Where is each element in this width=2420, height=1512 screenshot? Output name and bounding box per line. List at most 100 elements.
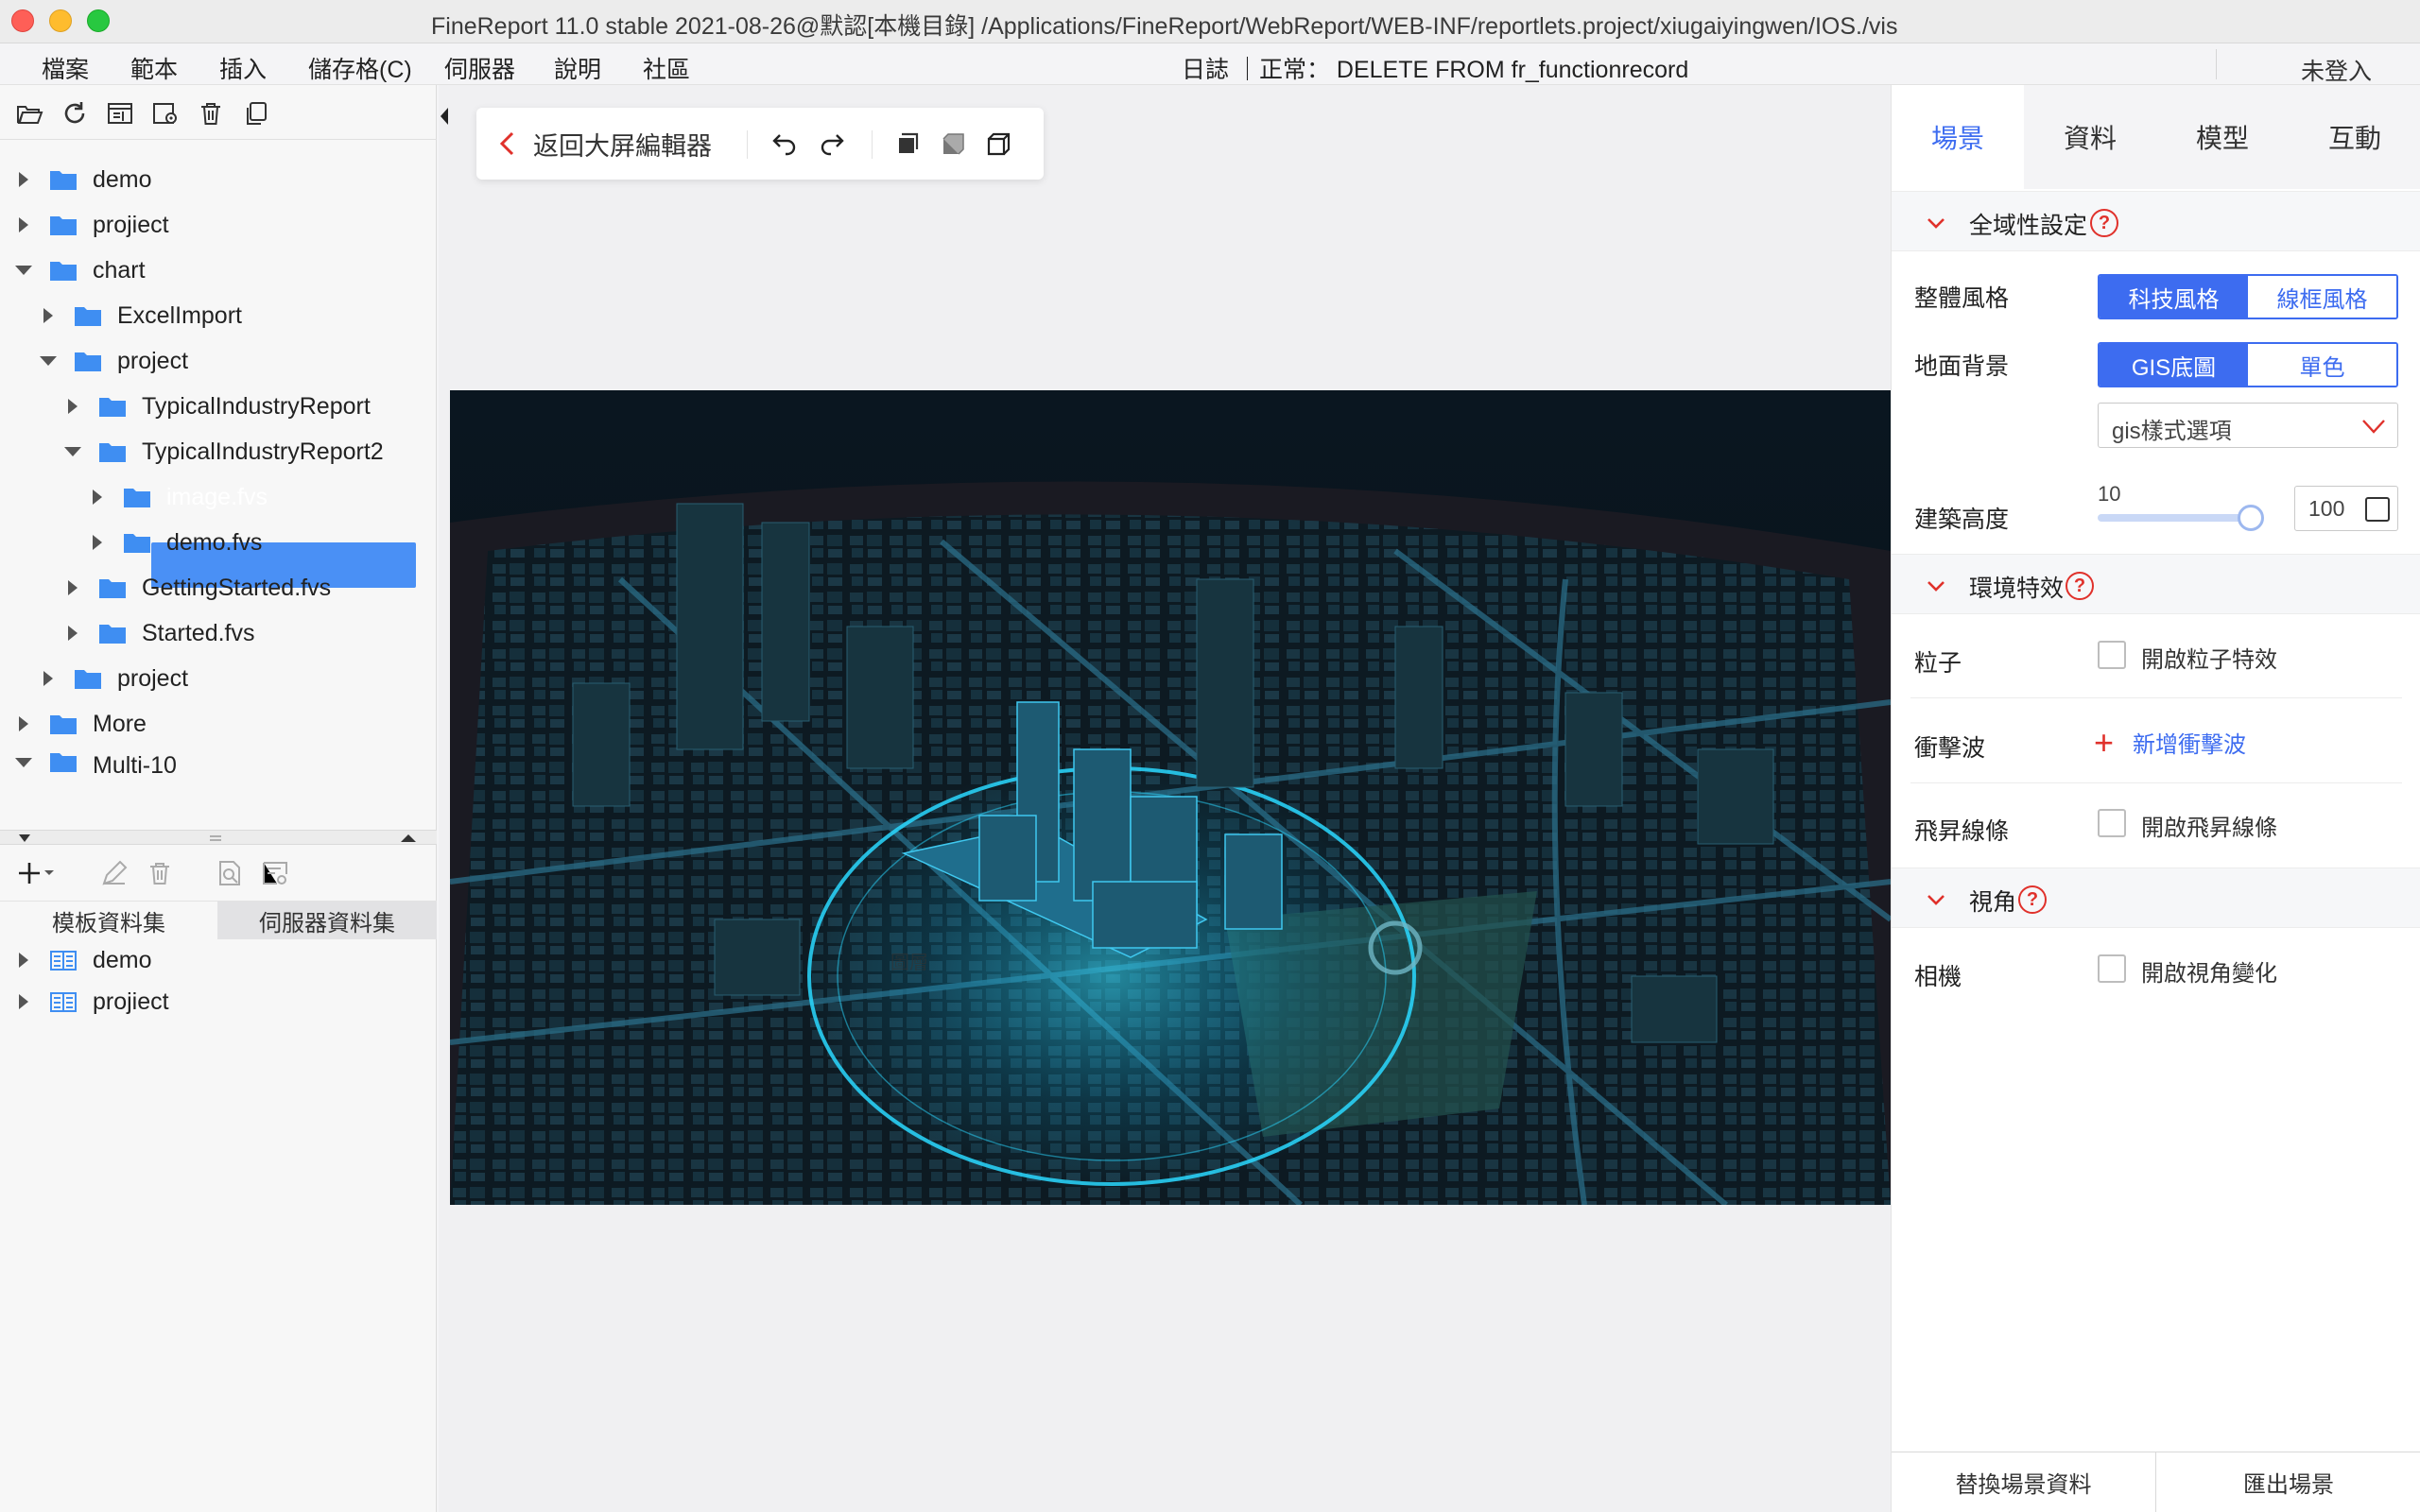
gis-style-select[interactable]: gis樣式選項 bbox=[2098, 403, 2398, 448]
tab-server-datasets[interactable]: 伺服器資料集 bbox=[217, 902, 437, 939]
help-icon[interactable]: ? bbox=[2090, 209, 2118, 237]
tree-item-project[interactable]: project bbox=[36, 342, 192, 380]
add-shockwave-button[interactable]: + 新增衝擊波 bbox=[2094, 725, 2246, 759]
wireframe-cube-icon[interactable] bbox=[981, 127, 1015, 161]
tab-data[interactable]: 資料 bbox=[2024, 85, 2156, 189]
menu-file[interactable]: 檔案 bbox=[42, 51, 89, 85]
dataset-settings-icon[interactable] bbox=[259, 858, 291, 888]
chevron-down-icon[interactable] bbox=[11, 258, 36, 283]
dataset-item-projiect[interactable]: projiect bbox=[11, 983, 173, 1021]
chevron-right-icon[interactable] bbox=[60, 576, 85, 600]
tree-item-label: Started.fvs bbox=[142, 619, 255, 646]
ground-gis-option[interactable]: GIS底圖 bbox=[2100, 344, 2248, 386]
copy-icon[interactable] bbox=[240, 98, 272, 129]
undo-icon[interactable] bbox=[768, 127, 802, 161]
height-slider-handle[interactable] bbox=[2238, 505, 2264, 531]
add-dataset-icon[interactable] bbox=[13, 858, 60, 888]
tab-interaction[interactable]: 互動 bbox=[2289, 85, 2420, 189]
height-slider-track[interactable] bbox=[2098, 514, 2249, 522]
open-folder-icon[interactable] bbox=[13, 98, 45, 129]
style-tech-option[interactable]: 科技風格 bbox=[2100, 276, 2248, 318]
chevron-right-icon[interactable] bbox=[36, 303, 60, 328]
back-to-editor-button[interactable]: 返回大屏編輯器 bbox=[495, 125, 712, 163]
particle-checkbox[interactable] bbox=[2098, 641, 2126, 669]
camera-checkbox[interactable] bbox=[2098, 954, 2126, 983]
chevron-right-icon[interactable] bbox=[85, 485, 110, 509]
chevron-right-icon[interactable] bbox=[11, 213, 36, 237]
chevron-right-icon[interactable] bbox=[85, 530, 110, 555]
edit-icon[interactable] bbox=[98, 858, 130, 888]
tree-item-project-2[interactable]: project bbox=[36, 660, 192, 697]
tab-template-datasets[interactable]: 模板資料集 bbox=[0, 902, 217, 939]
menu-insert[interactable]: 插入 bbox=[219, 51, 267, 85]
layer-solid-icon[interactable] bbox=[890, 127, 925, 161]
minimize-window-button[interactable] bbox=[49, 9, 72, 32]
tree-item-image-fvs[interactable]: image.fvs bbox=[85, 478, 271, 516]
template-list-icon[interactable] bbox=[104, 98, 136, 129]
height-input[interactable]: 100 bbox=[2294, 486, 2398, 531]
tree-item-typicalindustryreport[interactable]: TypicalIndustryReport bbox=[60, 387, 374, 425]
tree-item-multi[interactable]: Multi-10 bbox=[11, 750, 181, 775]
section-environment-effects[interactable]: 環境特效 ? bbox=[1892, 554, 2420, 614]
tree-item-demo-fvs[interactable]: demo.fvs bbox=[85, 524, 266, 561]
delete-icon[interactable] bbox=[195, 98, 227, 129]
chevron-right-icon[interactable] bbox=[11, 167, 36, 192]
particle-checkbox-label[interactable]: 開啟粒子特效 bbox=[2141, 641, 2277, 674]
chevron-right-icon[interactable] bbox=[11, 948, 36, 972]
close-window-button[interactable] bbox=[11, 9, 34, 32]
chevron-down-icon[interactable] bbox=[36, 349, 60, 373]
dataset-item-demo[interactable]: demo bbox=[11, 941, 156, 979]
dataset-tabs: 模板資料集 伺服器資料集 bbox=[0, 902, 437, 939]
panel-splitter[interactable] bbox=[0, 830, 437, 845]
replace-scene-data-button[interactable]: 替換場景資料 bbox=[1892, 1452, 2156, 1512]
menu-cell[interactable]: 儲存格(C) bbox=[308, 51, 412, 85]
layer-shaded-icon[interactable] bbox=[936, 127, 970, 161]
chevron-right-icon[interactable] bbox=[11, 989, 36, 1014]
ground-solid-option[interactable]: 單色 bbox=[2248, 344, 2396, 386]
section-global-settings[interactable]: 全域性設定 ? bbox=[1892, 191, 2420, 251]
camera-checkbox-label[interactable]: 開啟視角變化 bbox=[2141, 954, 2277, 988]
collapse-left-icon[interactable] bbox=[439, 106, 450, 127]
tree-item-started-fvs[interactable]: Started.fvs bbox=[60, 614, 259, 652]
menu-help[interactable]: 說明 bbox=[554, 51, 601, 85]
chevron-down-icon[interactable] bbox=[11, 750, 36, 775]
tree-item-demo[interactable]: demo bbox=[11, 161, 156, 198]
row-divider bbox=[1910, 782, 2402, 783]
city-scene-viewport[interactable] bbox=[450, 390, 1891, 1205]
tree-item-chart[interactable]: chart bbox=[11, 251, 149, 289]
login-status[interactable]: 未登入 bbox=[2301, 53, 2372, 87]
help-icon[interactable]: ? bbox=[2018, 885, 2047, 914]
delete-dataset-icon[interactable] bbox=[144, 858, 176, 888]
section-view[interactable]: 視角 ? bbox=[1892, 868, 2420, 928]
chevron-right-icon[interactable] bbox=[60, 394, 85, 419]
chevron-right-icon[interactable] bbox=[60, 621, 85, 645]
tree-item-excelimport[interactable]: ExcelImport bbox=[36, 297, 246, 335]
tree-item-gettingstarted-fvs[interactable]: GettingStarted.fvs bbox=[60, 569, 335, 607]
tree-item-label: project bbox=[117, 347, 189, 374]
tab-scene[interactable]: 場景 bbox=[1892, 85, 2024, 189]
chevron-right-icon[interactable] bbox=[36, 666, 60, 691]
widget-picker-icon[interactable] bbox=[2365, 497, 2390, 522]
tab-model[interactable]: 模型 bbox=[2156, 85, 2289, 189]
menu-server[interactable]: 伺服器 bbox=[444, 51, 515, 85]
style-label: 整體風格 bbox=[1914, 285, 2010, 312]
redo-icon[interactable] bbox=[815, 127, 849, 161]
tree-item-typicalindustryreport2[interactable]: TypicalIndustryReport2 bbox=[60, 433, 388, 471]
refresh-icon[interactable] bbox=[59, 98, 91, 129]
style-wireframe-option[interactable]: 線框風格 bbox=[2248, 276, 2396, 318]
help-icon[interactable]: ? bbox=[2066, 572, 2094, 600]
preview-dataset-icon[interactable] bbox=[214, 858, 246, 888]
menu-template[interactable]: 範本 bbox=[130, 51, 178, 85]
tree-item-more[interactable]: More bbox=[11, 705, 150, 743]
tree-item-projiect[interactable]: projiect bbox=[11, 206, 173, 244]
chevron-right-icon[interactable] bbox=[11, 712, 36, 736]
flyline-checkbox[interactable] bbox=[2098, 809, 2126, 837]
menu-community[interactable]: 社區 bbox=[643, 51, 690, 85]
template-settings-icon[interactable] bbox=[149, 98, 182, 129]
chevron-down-icon[interactable] bbox=[60, 439, 85, 464]
properties-tabs: 場景 資料 模型 互動 bbox=[1892, 85, 2420, 189]
flyline-checkbox-label[interactable]: 開啟飛昇線條 bbox=[2141, 809, 2277, 842]
log-status[interactable]: 日誌 ｜正常： DELETE FROM fr_functionrecord bbox=[1182, 51, 1688, 85]
zoom-window-button[interactable] bbox=[87, 9, 110, 32]
export-scene-button[interactable]: 匯出場景 bbox=[2156, 1452, 2420, 1512]
